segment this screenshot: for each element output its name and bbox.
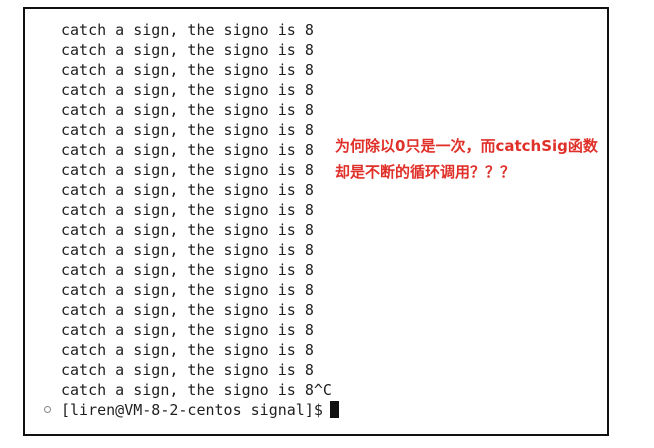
terminal-line: catch a sign, the signo is 8 xyxy=(61,181,314,199)
terminal-line: catch a sign, the signo is 8 xyxy=(61,301,314,319)
annotation-note: 为何除以0只是一次，而catchSig函数 却是不断的循环调用？？？ xyxy=(335,133,598,185)
terminal-line: catch a sign, the signo is 8 xyxy=(61,101,314,119)
command-status-circle-icon xyxy=(44,406,51,413)
terminal-line: catch a sign, the signo is 8^C xyxy=(61,381,332,399)
terminal-line: catch a sign, the signo is 8 xyxy=(61,241,314,259)
terminal-line: catch a sign, the signo is 8 xyxy=(61,321,314,339)
screenshot-frame: catch a sign, the signo is 8 catch a sig… xyxy=(23,7,609,436)
shell-prompt[interactable]: [liren@VM-8-2-centos signal]$ xyxy=(61,400,339,420)
terminal-output: catch a sign, the signo is 8 catch a sig… xyxy=(25,9,607,434)
terminal-line: catch a sign, the signo is 8 xyxy=(61,361,314,379)
terminal-line: catch a sign, the signo is 8 xyxy=(61,261,314,279)
text-cursor xyxy=(329,401,339,418)
annotation-line-1: 为何除以0只是一次，而catchSig函数 xyxy=(335,137,598,155)
terminal-line: catch a sign, the signo is 8 xyxy=(61,221,314,239)
terminal-line: catch a sign, the signo is 8 xyxy=(61,141,314,159)
terminal-line: catch a sign, the signo is 8 xyxy=(61,121,314,139)
terminal-line: catch a sign, the signo is 8 xyxy=(61,41,314,59)
terminal-line: catch a sign, the signo is 8 xyxy=(61,21,314,39)
terminal-line: catch a sign, the signo is 8 xyxy=(61,61,314,79)
terminal-line: catch a sign, the signo is 8 xyxy=(61,81,314,99)
terminal-line: catch a sign, the signo is 8 xyxy=(61,281,314,299)
prompt-text: [liren@VM-8-2-centos signal]$ xyxy=(61,401,323,419)
annotation-line-2: 却是不断的循环调用？？？ xyxy=(335,163,516,181)
shell-prompt-row[interactable]: [liren@VM-8-2-centos signal]$ xyxy=(25,400,607,420)
terminal-line: catch a sign, the signo is 8 xyxy=(61,341,314,359)
terminal-line: catch a sign, the signo is 8 xyxy=(61,161,314,179)
terminal-line: catch a sign, the signo is 8 xyxy=(61,201,314,219)
